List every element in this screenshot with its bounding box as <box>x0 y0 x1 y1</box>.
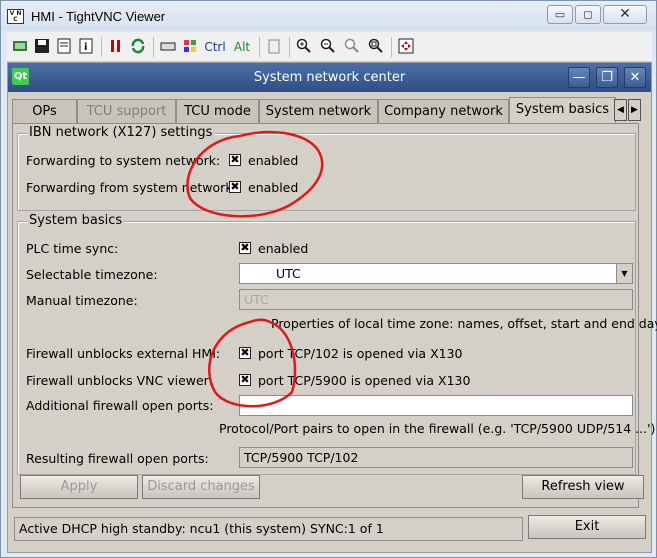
exit-button[interactable]: Exit <box>528 515 646 539</box>
firewall-hmi-label: Firewall unblocks external HMI: <box>26 346 221 361</box>
tab-scroll-right-icon[interactable]: ▶ <box>628 99 641 121</box>
fullscreen-icon[interactable] <box>397 38 415 56</box>
dialog-close-button[interactable]: ✕ <box>624 67 646 88</box>
additional-ports-hint: Protocol/Port pairs to open in the firew… <box>219 421 656 436</box>
pause-icon[interactable] <box>107 38 125 56</box>
close-button[interactable]: ✕ <box>603 5 647 24</box>
resulting-ports-value: TCP/5900 TCP/102 <box>239 447 633 468</box>
dialog-maximize-button[interactable]: ❐ <box>596 67 618 88</box>
ctrl-alt-del-icon[interactable] <box>159 38 177 56</box>
dialog-minimize-button[interactable]: — <box>568 67 590 88</box>
plc-time-sync-checkbox[interactable]: ✖ <box>239 242 251 254</box>
forwarding-to-label: Forwarding to system network: <box>26 153 221 168</box>
properties-icon[interactable] <box>55 38 73 56</box>
status-bar: Active DHCP high standby: ncu1 (this sys… <box>14 517 523 541</box>
tab-system-basics[interactable]: System basics <box>509 97 616 123</box>
alt-key-button[interactable]: Alt <box>231 38 253 56</box>
system-network-center-window: Qt System network center — ❐ ✕ OPs TCU s… <box>7 62 657 553</box>
tab-tcu-support[interactable]: TCU support <box>77 99 176 123</box>
refresh-view-button[interactable]: Refresh view <box>522 475 644 499</box>
zoom-out-icon[interactable] <box>319 38 337 56</box>
additional-ports-input[interactable] <box>239 395 633 416</box>
system-basics-group-title: System basics <box>27 213 125 228</box>
vnc-viewer-window: V NC HMI - TightVNC Viewer ▭ ◻ ✕ i Ctrl … <box>0 0 657 558</box>
tab-system-network[interactable]: System network <box>259 99 378 123</box>
ibn-group: IBN network (X127) settings Forwarding t… <box>17 125 636 211</box>
tab-tcu-mode[interactable]: TCU mode <box>176 99 259 123</box>
system-basics-group: System basics PLC time sync: ✖ enabled S… <box>17 213 657 475</box>
forwarding-to-checkbox[interactable]: ✖ <box>229 154 241 166</box>
ibn-group-title: IBN network (X127) settings <box>27 125 215 140</box>
chevron-down-icon[interactable]: ▼ <box>616 264 632 283</box>
firewall-hmi-value: port TCP/102 is opened via X130 <box>258 346 463 361</box>
dialog-title: System network center <box>253 70 406 85</box>
tab-company-network[interactable]: Company network <box>378 99 509 123</box>
apply-button[interactable]: Apply <box>20 475 138 499</box>
forwarding-from-label: Forwarding from system network: <box>26 180 237 195</box>
start-menu-icon[interactable] <box>181 38 199 56</box>
plc-time-sync-label: PLC time sync: <box>26 241 119 256</box>
save-icon[interactable] <box>33 38 51 56</box>
ctrl-key-button[interactable]: Ctrl <box>203 38 227 56</box>
tab-scroll-left-icon[interactable]: ◀ <box>614 99 627 121</box>
selectable-timezone-label: Selectable timezone: <box>26 267 158 282</box>
resulting-ports-label: Resulting firewall open ports: <box>26 451 209 466</box>
zoom-100-icon[interactable] <box>343 38 361 56</box>
vnc-toolbar: i Ctrl Alt <box>7 32 652 62</box>
forwarding-from-value: enabled <box>248 180 299 195</box>
forwarding-from-checkbox[interactable]: ✖ <box>229 181 241 193</box>
manual-timezone-label: Manual timezone: <box>26 293 138 308</box>
vnc-title-bar: V NC HMI - TightVNC Viewer ▭ ◻ ✕ <box>1 1 656 31</box>
additional-ports-label: Additional firewall open ports: <box>26 398 214 413</box>
discard-changes-button[interactable]: Discard changes <box>142 475 260 499</box>
firewall-vnc-value: port TCP/5900 is opened via X130 <box>258 373 471 388</box>
tab-ops[interactable]: OPs <box>12 99 77 123</box>
zoom-in-icon[interactable] <box>295 38 313 56</box>
refresh-icon[interactable] <box>129 38 147 56</box>
tab-bar: OPs TCU support TCU mode System network … <box>12 97 632 123</box>
timezone-hint: Properties of local time zone: names, of… <box>271 316 657 331</box>
dialog-title-bar: Qt System network center — ❐ ✕ <box>8 63 651 92</box>
forwarding-to-value: enabled <box>248 153 299 168</box>
firewall-vnc-label: Firewall unblocks VNC viewer: <box>26 373 213 388</box>
vnc-logo-icon: V NC <box>7 9 24 24</box>
window-title: HMI - TightVNC Viewer <box>31 9 166 24</box>
firewall-vnc-checkbox[interactable]: ✖ <box>239 374 251 386</box>
plc-time-sync-value: enabled <box>258 241 309 256</box>
firewall-hmi-checkbox[interactable]: ✖ <box>239 347 251 359</box>
manual-timezone-input[interactable]: UTC <box>239 289 633 310</box>
svg-text:i: i <box>84 42 87 53</box>
info-icon[interactable]: i <box>77 38 95 56</box>
zoom-fit-icon[interactable] <box>367 38 385 56</box>
timezone-select[interactable]: UTC ▼ <box>239 263 633 284</box>
connection-options-icon[interactable] <box>11 38 29 56</box>
clipboard-icon[interactable] <box>265 38 283 56</box>
timezone-select-value: UTC <box>276 266 301 281</box>
maximize-button[interactable]: ◻ <box>575 5 601 24</box>
minimize-button[interactable]: ▭ <box>547 5 573 24</box>
system-basics-pane: IBN network (X127) settings Forwarding t… <box>12 123 657 508</box>
